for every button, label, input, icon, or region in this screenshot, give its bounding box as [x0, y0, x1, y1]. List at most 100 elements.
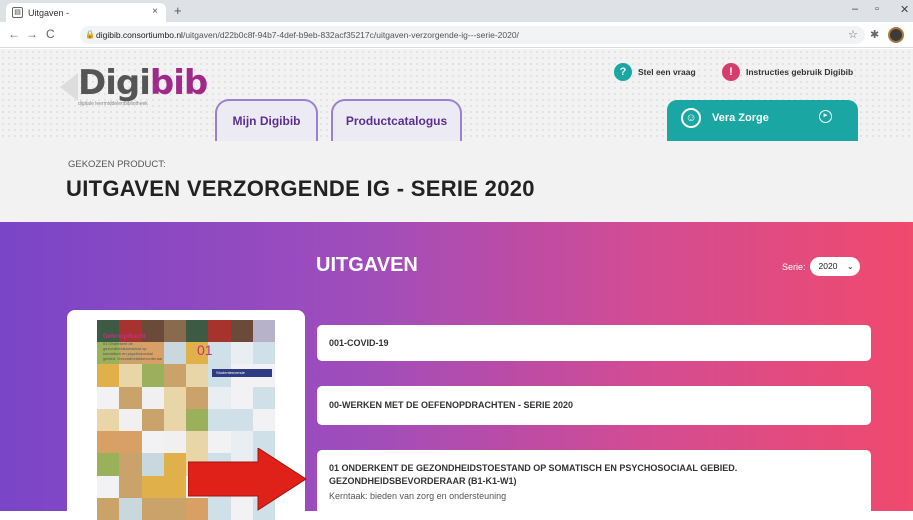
list-item[interactable]: 01 ONDERKENT DE GEZONDHEIDSTOESTAND OP S… [317, 450, 871, 520]
extensions-icon[interactable]: ✱ [870, 28, 879, 41]
ask-question-label: Stel een vraag [638, 67, 696, 77]
serie-select[interactable]: 2020 ⌄ [809, 257, 860, 276]
cover-tile [97, 431, 120, 454]
question-icon: ? [614, 63, 632, 81]
forward-button[interactable]: → [26, 27, 38, 41]
maximize-button[interactable]: ▫ [875, 3, 879, 15]
cover-tile [163, 364, 186, 387]
chevron-down-icon: ⌄ [846, 262, 854, 271]
address-bar-row: ← → C 🔒 digibib.consortiumbo.nl/uitgaven… [0, 22, 913, 48]
serie-filter: Serie: 2020 ⌄ [782, 257, 860, 276]
cover-tile [252, 342, 275, 365]
cover-tile [141, 497, 164, 520]
cover-tile [208, 386, 231, 409]
cover-tile [141, 408, 164, 432]
page-title: UITGAVEN VERZORGENDE IG - SERIE 2020 [66, 176, 535, 201]
cover-tile [230, 320, 253, 343]
cover-tile [119, 453, 142, 476]
cover-tile [208, 320, 231, 343]
cover-tile [141, 475, 164, 498]
page-favicon-icon: ▤ [12, 7, 23, 18]
logo-shape [60, 73, 78, 101]
minimize-button[interactable]: – [852, 3, 858, 15]
item-title: 01 ONDERKENT DE GEZONDHEIDSTOESTAND OP S… [329, 463, 738, 473]
site-header: Digibib digitale leermiddelenbibliotheek… [0, 49, 913, 141]
cover-tile [230, 342, 253, 365]
item-subtitle: Kerntaak: bieden van zorg en ondersteuni… [329, 491, 507, 501]
user-icon: ☺ [681, 108, 701, 128]
cover-tile [252, 408, 275, 432]
logo-subtitle: digitale leermiddelenbibliotheek [78, 101, 148, 107]
cover-tile [141, 386, 164, 409]
close-tab-icon[interactable]: × [152, 6, 158, 17]
cover-title: Oefenopdracht [103, 334, 146, 340]
ask-question-link[interactable]: ? Stel een vraag [614, 63, 696, 81]
profile-avatar[interactable] [888, 27, 904, 43]
cover-tile [163, 497, 186, 520]
cover-tile [163, 431, 186, 454]
cover-subtitle: 01 Onderkent de gezondheidstoestand op s… [103, 341, 163, 361]
serie-value: 2020 [818, 261, 838, 271]
cover-tile [119, 431, 142, 454]
cover-tile [119, 364, 142, 387]
cover-band: Studentenversie [212, 369, 272, 377]
url-path: /uitgaven/d22b0c8f-94b7-4def-b9eb-832acf… [182, 30, 519, 40]
cover-tile [163, 342, 186, 365]
url-host: digibib.consortiumbo.nl [96, 30, 183, 40]
cover-tile [97, 453, 120, 476]
tab-productcatalogus[interactable]: Productcatalogus [331, 99, 462, 141]
lock-icon: 🔒 [85, 30, 95, 39]
digibib-logo[interactable]: Digibib digitale leermiddelenbibliotheek [60, 63, 208, 107]
serie-label: Serie: [782, 261, 806, 272]
cover-tile [186, 408, 209, 432]
exclamation-icon: ! [722, 63, 740, 81]
cover-tile [97, 408, 120, 432]
item-title-line2: GEZONDHEIDSBEVORDERAAR (B1-K1-W1) [329, 476, 517, 486]
product-section: GEKOZEN PRODUCT: UITGAVEN VERZORGENDE IG… [0, 141, 913, 222]
cover-tile [252, 320, 275, 343]
new-tab-button[interactable]: + [174, 3, 182, 18]
bookmark-star-icon[interactable]: ☆ [848, 28, 858, 41]
cover-tile [119, 386, 142, 409]
cover-tile [163, 320, 186, 343]
url-input[interactable]: 🔒 digibib.consortiumbo.nl/uitgaven/d22b0… [80, 26, 865, 44]
cover-number: 01 [197, 342, 213, 358]
tab-mijn-digibib[interactable]: Mijn Digibib [215, 99, 318, 141]
logo-text: Digi [78, 63, 151, 103]
cover-tile [97, 497, 120, 520]
list-item[interactable]: 001-COVID-19 [317, 325, 871, 361]
browser-tab-bar: ▤ Uitgaven - × + – ▫ ✕ [0, 0, 913, 22]
cover-tile [97, 475, 120, 498]
tab-title: Uitgaven - [28, 7, 70, 18]
cover-tile [141, 364, 164, 387]
user-name: Vera Zorge [712, 112, 769, 124]
cover-tile [119, 408, 142, 432]
cover-tile [97, 386, 120, 409]
cover-tile [208, 408, 231, 432]
back-button[interactable]: ← [8, 27, 20, 41]
item-title: 001-COVID-19 [329, 338, 389, 348]
cover-tile [163, 475, 186, 498]
browser-tab[interactable]: ▤ Uitgaven - × [6, 3, 166, 22]
instructions-link[interactable]: ! Instructies gebruik Digibib [722, 63, 853, 81]
logo-accent-text: bib [149, 63, 208, 103]
user-menu-button[interactable]: ☺ Vera Zorge ▸ [667, 100, 858, 141]
cover-tile [186, 364, 209, 387]
cover-tile [230, 386, 253, 409]
close-window-button[interactable]: ✕ [900, 3, 909, 16]
cover-tile [119, 475, 142, 498]
product-kicker: GEKOZEN PRODUCT: [68, 159, 166, 170]
logout-icon[interactable]: ▸ [819, 110, 832, 123]
section-heading: UITGAVEN [316, 254, 418, 276]
item-title: 00-WERKEN MET DE OEFENOPDRACHTEN - SERIE… [329, 400, 574, 410]
uitgaven-section: UITGAVEN Serie: 2020 ⌄ Oefenopdracht 01 … [0, 222, 913, 520]
cover-tile [252, 386, 275, 409]
instructions-label: Instructies gebruik Digibib [746, 67, 854, 77]
list-item[interactable]: 00-WERKEN MET DE OEFENOPDRACHTEN - SERIE… [317, 386, 871, 425]
cover-tile [186, 386, 209, 409]
cover-tile [186, 320, 209, 343]
cover-tile [141, 453, 164, 476]
cover-tile [230, 408, 253, 432]
cover-tile [163, 408, 186, 432]
reload-button[interactable]: C [46, 27, 55, 41]
